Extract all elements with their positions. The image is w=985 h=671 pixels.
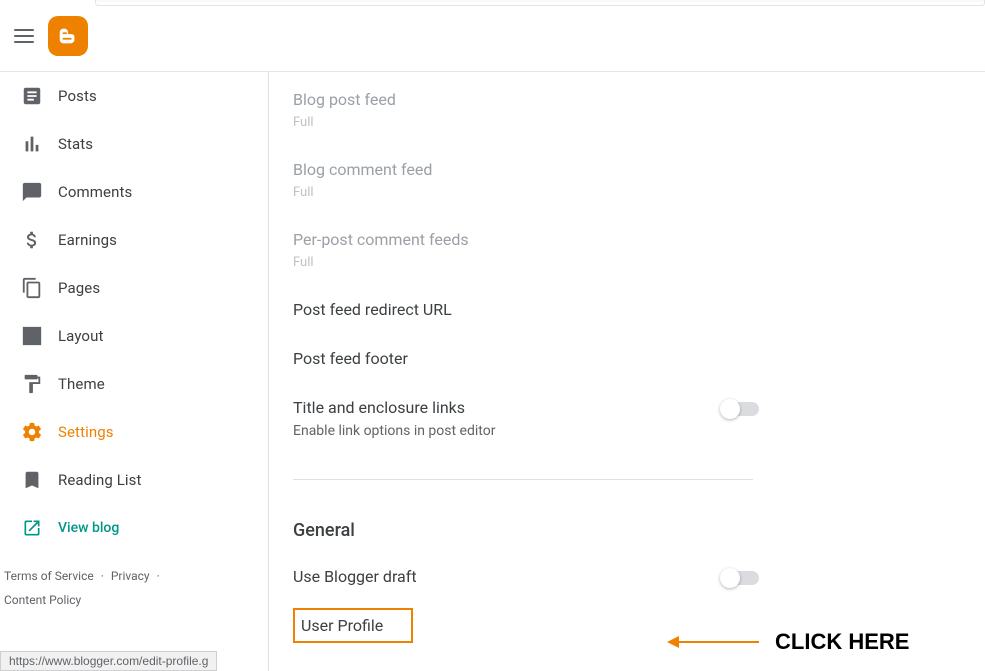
sidebar-item-settings[interactable]: Settings (0, 408, 268, 456)
setting-label: Use Blogger draft (293, 567, 723, 586)
sidebar: Posts Stats Comments Earnings (0, 72, 269, 671)
sidebar-item-label: Layout (58, 327, 103, 345)
sidebar-item-label: Posts (58, 87, 97, 105)
sidebar-item-label: Stats (58, 135, 93, 153)
settings-icon (20, 420, 44, 444)
click-here-text: CLICK HERE (775, 629, 909, 655)
earnings-icon (20, 228, 44, 252)
footer-links: Terms of Service · Privacy · Content Pol… (0, 552, 268, 612)
sidebar-item-pages[interactable]: Pages (0, 264, 268, 312)
setting-title-enclosure: Title and enclosure links Enable link op… (293, 398, 763, 439)
sidebar-item-comments[interactable]: Comments (0, 168, 268, 216)
content-policy-link[interactable]: Content Policy (4, 593, 81, 607)
setting-value: Full (293, 255, 763, 270)
layout-icon (20, 324, 44, 348)
setting-per-post-comment-feeds[interactable]: Per-post comment feeds Full (293, 230, 763, 270)
terms-link[interactable]: Terms of Service (4, 569, 94, 583)
main-content: Blog post feed Full Blog comment feed Fu… (269, 72, 985, 671)
blogger-logo[interactable] (48, 16, 88, 56)
sidebar-item-theme[interactable]: Theme (0, 360, 268, 408)
toggle-knob (720, 399, 740, 419)
arrow-line (679, 641, 759, 643)
setting-value: Full (293, 115, 763, 130)
setting-post-feed-redirect[interactable]: Post feed redirect URL (293, 300, 763, 319)
general-heading: General (293, 520, 763, 541)
sidebar-item-label: Earnings (58, 231, 117, 249)
title-enclosure-toggle[interactable] (723, 402, 759, 416)
view-blog-link[interactable]: View blog (0, 504, 268, 552)
click-here-annotation: CLICK HERE (679, 629, 909, 655)
view-blog-label: View blog (58, 520, 119, 536)
sidebar-item-label: Settings (58, 423, 114, 441)
section-divider (293, 479, 753, 480)
comments-icon (20, 180, 44, 204)
theme-icon (20, 372, 44, 396)
sidebar-item-reading-list[interactable]: Reading List (0, 456, 268, 504)
sidebar-item-posts[interactable]: Posts (0, 72, 268, 120)
setting-use-blogger-draft: Use Blogger draft (293, 567, 763, 592)
sidebar-item-layout[interactable]: Layout (0, 312, 268, 360)
arrow-head-icon (667, 636, 679, 648)
top-bar (0, 0, 985, 72)
setting-label: Post feed redirect URL (293, 300, 763, 319)
setting-label: Blog comment feed (293, 160, 763, 179)
setting-post-feed-footer[interactable]: Post feed footer (293, 349, 763, 368)
blogger-draft-toggle[interactable] (723, 571, 759, 585)
setting-blog-comment-feed[interactable]: Blog comment feed Full (293, 160, 763, 200)
setting-label: Blog post feed (293, 90, 763, 109)
sidebar-item-label: Reading List (58, 471, 141, 489)
open-in-new-icon (20, 516, 44, 540)
sidebar-item-earnings[interactable]: Earnings (0, 216, 268, 264)
pages-icon (20, 276, 44, 300)
setting-label: Per-post comment feeds (293, 230, 763, 249)
sidebar-item-label: Theme (58, 375, 105, 393)
sidebar-item-stats[interactable]: Stats (0, 120, 268, 168)
setting-sub: Enable link options in post editor (293, 423, 723, 439)
reading-list-icon (20, 468, 44, 492)
setting-label: Title and enclosure links (293, 398, 723, 417)
privacy-link[interactable]: Privacy (111, 569, 150, 583)
setting-label: Post feed footer (293, 349, 763, 368)
user-profile-highlight-box: User Profile (293, 608, 413, 643)
setting-value: Full (293, 185, 763, 200)
browser-status-bar: https://www.blogger.com/edit-profile.g (0, 651, 217, 671)
user-profile-link[interactable]: User Profile (301, 616, 383, 635)
setting-blog-post-feed[interactable]: Blog post feed Full (293, 90, 763, 130)
toggle-knob (720, 568, 740, 588)
posts-icon (20, 84, 44, 108)
stats-icon (20, 132, 44, 156)
menu-icon[interactable] (12, 24, 36, 48)
sidebar-item-label: Comments (58, 183, 132, 201)
address-bar-edge (95, 0, 985, 6)
sidebar-item-label: Pages (58, 279, 100, 297)
